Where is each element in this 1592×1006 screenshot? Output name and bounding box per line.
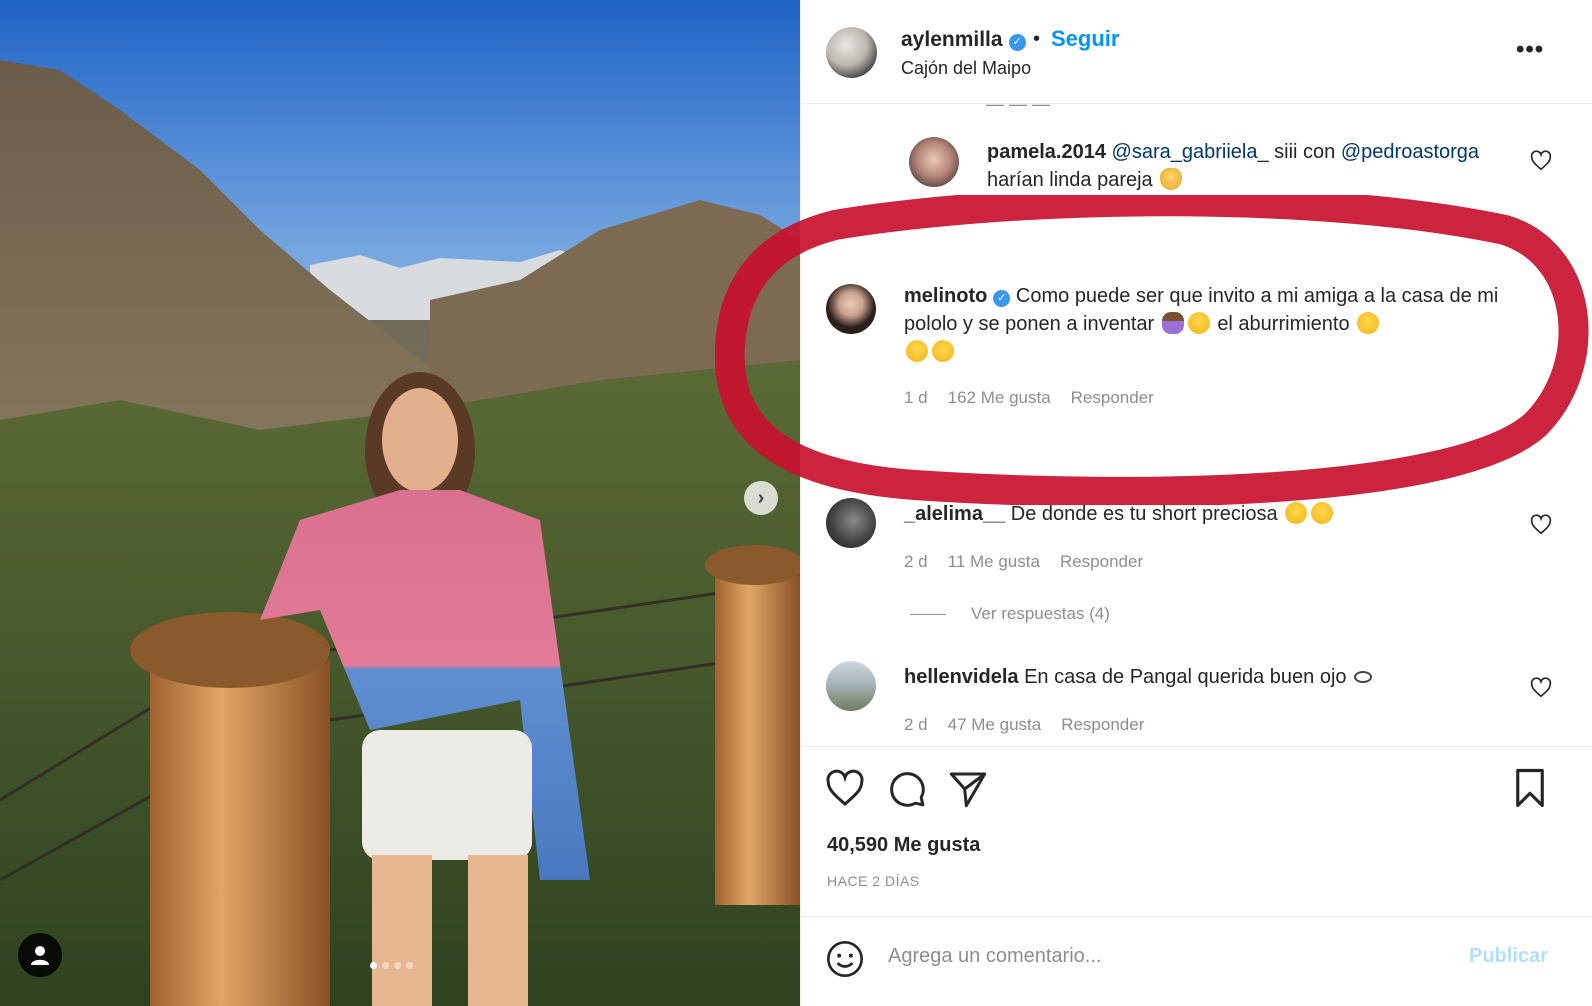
- tagged-users-button[interactable]: [18, 933, 62, 977]
- comment-text: harían linda pareja: [987, 169, 1153, 191]
- comment-text: De donde es tu short preciosa: [1010, 503, 1278, 525]
- commenter-username[interactable]: melinoto: [904, 285, 987, 307]
- publish-button[interactable]: Publicar: [1469, 945, 1548, 968]
- reply-button[interactable]: Responder: [1071, 388, 1154, 408]
- post-actions-bar: 40,590 Me gusta HACE 2 DÍAS: [801, 746, 1592, 916]
- comment-input[interactable]: Agrega un comentario...: [888, 945, 1101, 968]
- eye-emoji-icon: [1354, 671, 1373, 683]
- like-comment-heart-icon[interactable]: [1530, 150, 1552, 172]
- reply-button[interactable]: Responder: [1060, 552, 1143, 572]
- comments-list[interactable]: — — — pamela.2014 @sara_gabriiela_ siii …: [801, 104, 1592, 746]
- author-username-text[interactable]: aylenmilla: [901, 28, 1003, 51]
- heart-eyes-emoji-icon: [1285, 502, 1308, 524]
- laughing-face-emoji-icon: [932, 340, 954, 362]
- carousel-dot: [406, 962, 413, 969]
- smiling-hearts-emoji-icon: [1311, 502, 1334, 524]
- follow-button[interactable]: Seguir: [1051, 26, 1119, 52]
- commenter-avatar[interactable]: [826, 498, 876, 548]
- laughing-face-emoji-icon: [906, 340, 928, 362]
- carousel-indicator: [370, 962, 413, 969]
- comment-meta: 2 d 47 Me gusta Responder: [904, 715, 1144, 735]
- reply-button[interactable]: Responder: [1061, 715, 1144, 735]
- commenter-username[interactable]: _alelima__: [904, 503, 1005, 525]
- verified-badge-icon: ✓: [1008, 34, 1026, 51]
- more-options-icon[interactable]: •••: [1516, 36, 1544, 64]
- comment-age[interactable]: 2 d: [904, 715, 928, 735]
- comment-like-count[interactable]: 162 Me gusta: [948, 388, 1051, 408]
- comment-bubble-icon[interactable]: [887, 769, 927, 809]
- like-comment-heart-icon[interactable]: [1530, 677, 1552, 699]
- comment-body: hellenvidela En casa de Pangal querida b…: [904, 663, 1504, 691]
- comment-like-count[interactable]: 47 Me gusta: [948, 715, 1042, 735]
- post-photo: ›: [0, 0, 800, 1006]
- comment-meta: 2 d 11 Me gusta Responder: [904, 552, 1143, 572]
- laughing-face-emoji-icon: [1357, 312, 1380, 334]
- comment-like-count[interactable]: 11 Me gusta: [948, 552, 1040, 572]
- comment-body: _alelima__ De donde es tu short preciosa: [904, 500, 1504, 528]
- user-icon: [31, 946, 49, 965]
- save-bookmark-icon[interactable]: [1509, 767, 1551, 809]
- carousel-dot: [370, 962, 377, 969]
- clapping-hands-emoji-icon: [1160, 168, 1183, 190]
- comment-text: siii con: [1268, 141, 1341, 163]
- carousel-dot: [382, 962, 389, 969]
- commenter-username[interactable]: pamela.2014: [987, 141, 1106, 163]
- chevron-right-icon: ›: [757, 486, 765, 509]
- verified-badge-icon: ✓: [993, 290, 1011, 307]
- post-header: aylenmilla ✓ • Seguir Cajón del Maipo •••: [801, 0, 1592, 104]
- carousel-dot: [394, 962, 401, 969]
- comment-composer: Agrega un comentario... Publicar: [801, 916, 1592, 1006]
- author-username[interactable]: aylenmilla ✓: [901, 28, 1026, 52]
- person-facepalm-emoji-icon: [1161, 312, 1184, 334]
- post-details-panel: aylenmilla ✓ • Seguir Cajón del Maipo •••…: [800, 0, 1592, 1006]
- comment-age[interactable]: 1 d: [904, 388, 928, 408]
- post-timestamp[interactable]: HACE 2 DÍAS: [827, 873, 920, 889]
- like-comment-heart-icon[interactable]: [1530, 514, 1552, 536]
- commenter-avatar[interactable]: [826, 661, 876, 711]
- share-paper-plane-icon[interactable]: [948, 769, 988, 809]
- emoji-picker-smiley-icon[interactable]: [825, 939, 865, 979]
- commenter-avatar[interactable]: [909, 137, 959, 187]
- comment-age[interactable]: 2 d: [904, 552, 928, 572]
- mountain-landscape-image: [0, 0, 800, 1006]
- comment-meta: 1 d 162 Me gusta Responder: [904, 388, 1154, 408]
- replies-divider: [910, 614, 946, 615]
- clipped-comment-meta: — — —: [986, 104, 1051, 114]
- commenter-avatar[interactable]: [826, 284, 876, 334]
- comment-text: En casa de Pangal querida buen ojo: [1024, 666, 1347, 688]
- mention-link[interactable]: @pedroastorga: [1341, 141, 1479, 163]
- view-replies-button[interactable]: Ver respuestas (4): [971, 604, 1110, 624]
- post-location[interactable]: Cajón del Maipo: [901, 58, 1031, 79]
- mention-link[interactable]: @sara_gabriiela_: [1112, 141, 1269, 163]
- comment-text: el aburrimiento: [1217, 313, 1350, 335]
- next-photo-button[interactable]: ›: [744, 481, 778, 515]
- like-heart-icon[interactable]: [825, 769, 865, 809]
- likes-count[interactable]: 40,590 Me gusta: [827, 834, 980, 857]
- author-avatar[interactable]: [826, 27, 877, 78]
- comment-body: melinoto ✓ Como puede ser que invito a mi…: [904, 282, 1504, 366]
- header-separator: •: [1033, 28, 1041, 50]
- comment-body: pamela.2014 @sara_gabriiela_ siii con @p…: [987, 138, 1517, 194]
- commenter-username[interactable]: hellenvidela: [904, 666, 1019, 688]
- laughing-face-emoji-icon: [1187, 312, 1210, 334]
